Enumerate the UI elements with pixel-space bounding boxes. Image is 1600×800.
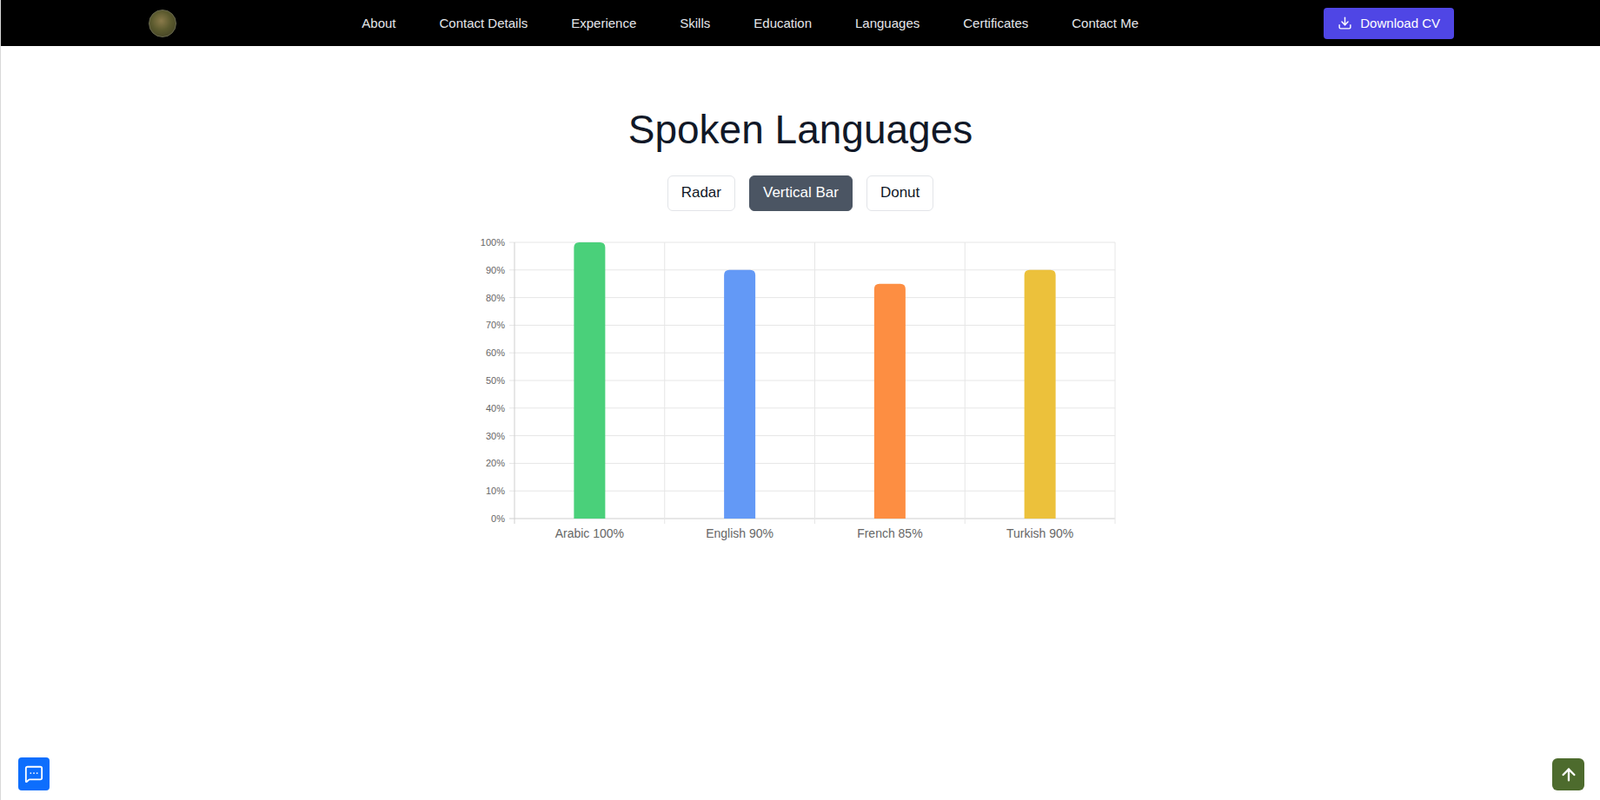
nav-link[interactable]: Contact Me: [1071, 15, 1139, 31]
chart-container: 0% 10% 20% 30% 40% 50% 60% 70% 80% 90% 100% Arabic …: [477, 233, 1125, 551]
arrow-up-icon: [1559, 765, 1579, 785]
chart-type-button[interactable]: Radar: [667, 175, 736, 212]
scroll-top-button[interactable]: [1552, 758, 1585, 791]
svg-text:70%: 70%: [484, 319, 505, 331]
svg-text:20%: 20%: [484, 458, 505, 469]
bar-label: Arabic 100%: [554, 526, 624, 541]
bar-label: French 85%: [856, 526, 923, 541]
svg-text:100%: 100%: [479, 237, 505, 248]
chat-icon: [24, 764, 44, 784]
svg-text:30%: 30%: [484, 430, 505, 441]
nav-link[interactable]: Experience: [570, 15, 637, 31]
chart-type-button[interactable]: Donut: [866, 175, 934, 212]
bar[interactable]: Turkish 90%: [1005, 270, 1073, 541]
download-cv-button[interactable]: Download CV: [1323, 7, 1454, 40]
nav-link[interactable]: About: [361, 15, 396, 31]
bar-label: English 90%: [705, 526, 774, 541]
chart-type-toggle: Radar Vertical Bar Donut: [667, 175, 935, 212]
chart-type-button[interactable]: Vertical Bar: [749, 175, 853, 212]
svg-text:60%: 60%: [484, 347, 505, 359]
bar[interactable]: English 90%: [705, 270, 774, 541]
languages-section: Spoken Languages Radar Vertical Bar Donut 0%…: [0, 46, 1600, 551]
nav-link[interactable]: Contact Details: [439, 15, 529, 31]
nav-link[interactable]: Skills: [679, 15, 711, 31]
svg-text:90%: 90%: [484, 265, 505, 276]
bar[interactable]: French 85%: [856, 284, 923, 541]
bar[interactable]: Arabic 100%: [554, 242, 624, 541]
svg-text:80%: 80%: [484, 292, 505, 303]
bar-chart: 0% 10% 20% 30% 40% 50% 60% 70% 80% 90% 100% Arabic …: [477, 233, 1125, 547]
navbar: About Contact Details Experience Skills Educ…: [0, 0, 1600, 47]
nav-link[interactable]: Education: [753, 15, 812, 31]
download-icon: [1337, 15, 1353, 31]
nav-link[interactable]: Certificates: [962, 15, 1029, 31]
svg-text:40%: 40%: [484, 403, 505, 414]
avatar[interactable]: [148, 9, 177, 38]
bar-label: Turkish 90%: [1005, 526, 1073, 541]
nav-menu: About Contact Details Experience Skills Educ…: [176, 15, 1324, 31]
svg-text:10%: 10%: [484, 485, 505, 497]
page: About Contact Details Experience Skills Educ…: [0, 0, 1600, 800]
svg-text:50%: 50%: [484, 375, 505, 386]
section-title: Spoken Languages: [628, 106, 973, 153]
svg-text:0%: 0%: [491, 513, 505, 525]
chat-button[interactable]: [18, 757, 50, 791]
nav-link[interactable]: Languages: [855, 15, 920, 31]
